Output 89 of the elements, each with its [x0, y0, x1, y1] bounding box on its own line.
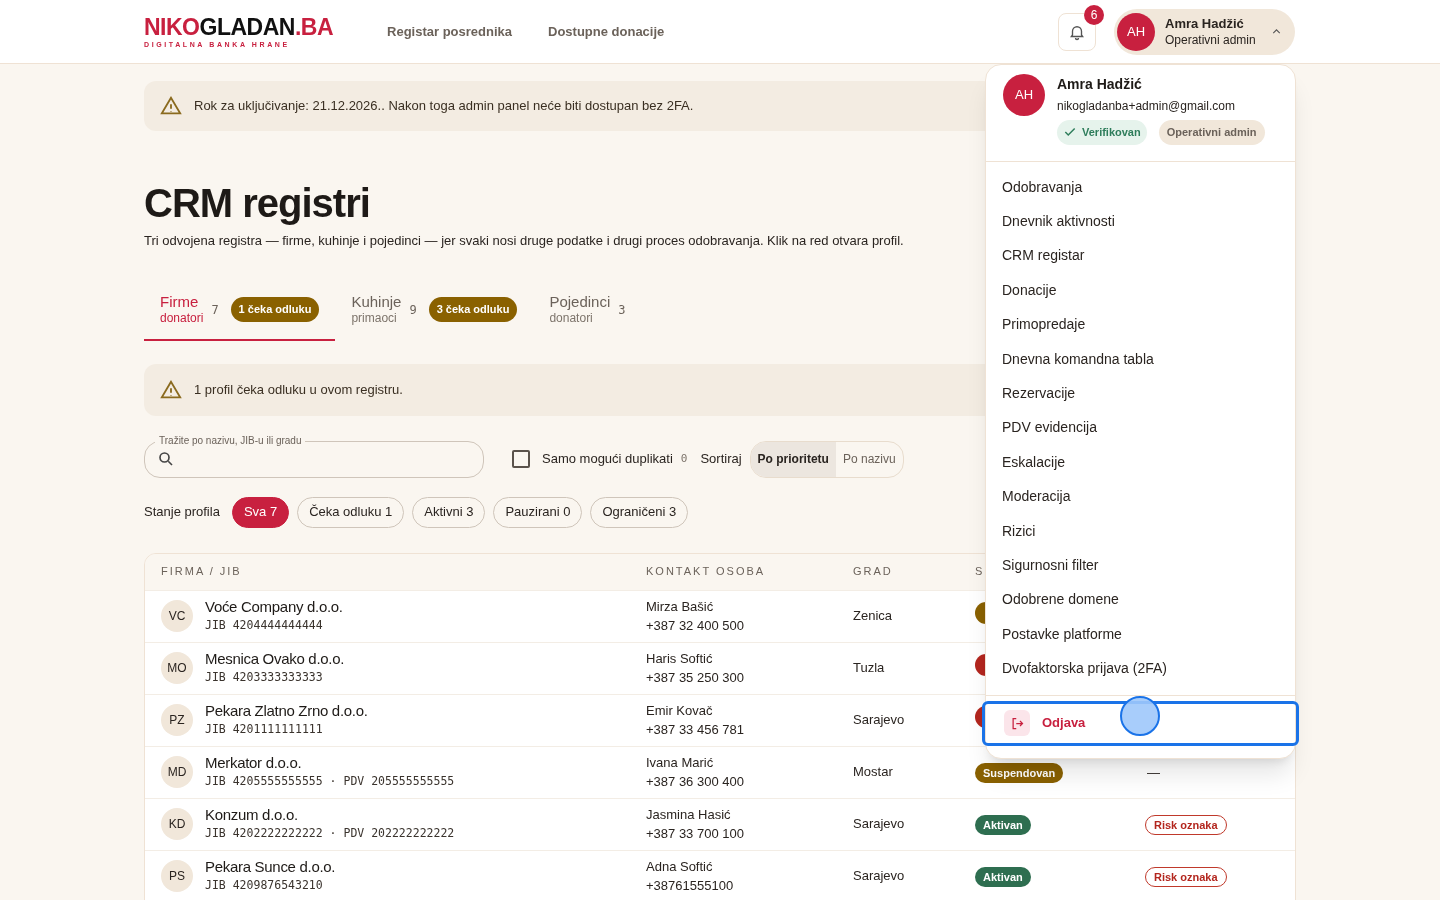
- menu-item[interactable]: Eskalacije: [986, 444, 1295, 480]
- menu-item[interactable]: Moderacija: [986, 479, 1295, 514]
- menu-item[interactable]: PDV evidencija: [986, 410, 1295, 445]
- company-ids: JIB 4209876543210: [205, 877, 324, 894]
- duplicate-count: 0: [680, 450, 688, 467]
- risk-empty: —: [1147, 765, 1160, 780]
- notification-count: 6: [1084, 4, 1104, 25]
- column-header: KONTAKT OSOBA: [646, 565, 766, 578]
- company-name: Pekara Sunce d.o.o.: [205, 857, 336, 876]
- user-email: nikogladanba+admin@gmail.com: [1057, 98, 1236, 115]
- menu-item[interactable]: Dvofaktorska prijava (2FA): [986, 651, 1295, 686]
- role-badge: Operativni admin: [1158, 120, 1265, 145]
- registry-notice-text: 1 profil čeka odluku u ovom registru.: [194, 380, 403, 399]
- sort-label: Sortiraj: [700, 450, 742, 469]
- avatar: PZ: [161, 704, 193, 736]
- menu-item[interactable]: Dnevna komandna tabla: [986, 341, 1295, 376]
- menu-item[interactable]: Donacije: [986, 272, 1295, 308]
- company-ids: JIB 4204444444444: [205, 617, 324, 634]
- avatar: MO: [161, 652, 193, 684]
- status-badge: Aktivan: [975, 867, 1031, 887]
- warning-icon: [160, 95, 182, 117]
- avatar: KD: [161, 808, 193, 840]
- logout-button[interactable]: Odjava: [982, 700, 1299, 746]
- company-name: Voće Company d.o.o.: [205, 597, 343, 616]
- nav-link[interactable]: Registar posrednika: [387, 21, 512, 42]
- user-name: Amra Hadžić: [1057, 75, 1143, 94]
- contact-phone: +38761555100: [646, 877, 735, 895]
- avatar: MD: [161, 756, 193, 788]
- checkbox-label: Samo mogući duplikati: [542, 450, 673, 469]
- company-name: Konzum d.o.o.: [205, 805, 299, 824]
- user-name: Amra Hadžić: [1165, 15, 1244, 32]
- notice-text: Rok za uključivanje: 21.12.2026.. Nakon toga admin panel neće biti dostupan bez 2FA.: [194, 97, 694, 116]
- menu-item[interactable]: Sigurnosni filter: [986, 547, 1295, 583]
- search-icon: [157, 450, 175, 468]
- user-role: Operativni admin: [1165, 31, 1256, 48]
- nav-link[interactable]: Dostupne donacije: [548, 21, 665, 42]
- company-name: Pekara Zlatno Zrno d.o.o.: [205, 701, 368, 720]
- city: Sarajevo: [853, 712, 905, 728]
- city: Mostar: [853, 764, 893, 780]
- table-row[interactable]: PS Pekara Sunce d.o.o. JIB 4209876543210 Adna Softić +38761555100 Sarajevo Aktivan Risk oznaka: [145, 849, 1295, 900]
- avatar: PS: [161, 860, 193, 892]
- city: Zenica: [853, 608, 893, 624]
- column-header: GRAD: [853, 565, 893, 578]
- exit-icon: [1009, 715, 1025, 731]
- warning-icon: [160, 378, 182, 401]
- notifications-button[interactable]: [1058, 12, 1096, 51]
- contact-phone: +387 33 700 100: [646, 825, 745, 843]
- contact-name: Ivana Marić: [646, 754, 715, 772]
- menu-item[interactable]: Dnevnik aktivnosti: [986, 203, 1295, 239]
- page-subtitle: Tri odvojena registra — firme, kuhinje i pojedinci — jer svaki nosi druge podatke i drugi proces odobravanja. Klik na red otvara profil.: [144, 232, 905, 250]
- column-header: S: [975, 565, 985, 578]
- company-ids: JIB 4203333333333: [205, 669, 324, 686]
- contact-name: Mirza Bašić: [646, 598, 715, 616]
- sort-option[interactable]: Po nazivu: [835, 441, 903, 477]
- avatar: VC: [161, 600, 193, 632]
- contact-phone: +387 32 400 500: [646, 617, 745, 635]
- menu-item[interactable]: Rizici: [986, 513, 1295, 548]
- company-ids: JIB 4205555555555 · PDV 205555555555: [205, 773, 455, 790]
- sort-option[interactable]: Po prioritetu: [750, 441, 836, 477]
- avatar: AH: [1003, 74, 1045, 116]
- menu-item[interactable]: Rezervacije: [986, 375, 1295, 411]
- contact-name: Emir Kovač: [646, 702, 714, 720]
- company-ids: JIB 4202222222222 · PDV 202222222222: [205, 825, 455, 842]
- company-ids: JIB 4201111111111: [205, 721, 324, 738]
- status-badge: Aktivan: [975, 815, 1031, 835]
- checkbox[interactable]: [512, 450, 530, 468]
- contact-name: Haris Softić: [646, 650, 714, 668]
- avatar: AH: [1117, 12, 1155, 51]
- contact-phone: +387 36 300 400: [646, 773, 745, 791]
- menu-item[interactable]: Odobravanja: [986, 169, 1295, 204]
- city: Tuzla: [853, 660, 885, 676]
- contact-name: Adna Softić: [646, 858, 714, 876]
- contact-phone: +387 35 250 300: [646, 669, 745, 687]
- menu-item[interactable]: Primopredaje: [986, 307, 1295, 342]
- filter-label: Stanje profila: [144, 503, 220, 522]
- status-badge: Suspendovan: [975, 763, 1064, 783]
- column-header: FIRMA / JIB: [161, 565, 242, 578]
- company-name: Merkator d.o.o.: [205, 753, 303, 772]
- city: Sarajevo: [853, 868, 905, 884]
- page-title: CRM registri: [144, 181, 370, 225]
- filter-chip[interactable]: Sva 7: [231, 496, 290, 528]
- contact-name: Jasmina Hasić: [646, 806, 732, 824]
- company-name: Mesnica Ovako d.o.o.: [205, 649, 345, 668]
- city: Sarajevo: [853, 816, 905, 832]
- user-menu-button[interactable]: AH Amra Hadžić Operativni admin: [1114, 8, 1295, 55]
- table-row[interactable]: KD Konzum d.o.o. JIB 4202222222222 · PDV 202222222222 Jasmina Hasić +387 33 700 100 Sarajevo Aktivan Risk oznaka: [145, 797, 1295, 850]
- verified-badge: Verifikovan: [1057, 120, 1147, 145]
- menu-item[interactable]: CRM registar: [986, 238, 1295, 273]
- contact-phone: +387 33 456 781: [646, 721, 745, 739]
